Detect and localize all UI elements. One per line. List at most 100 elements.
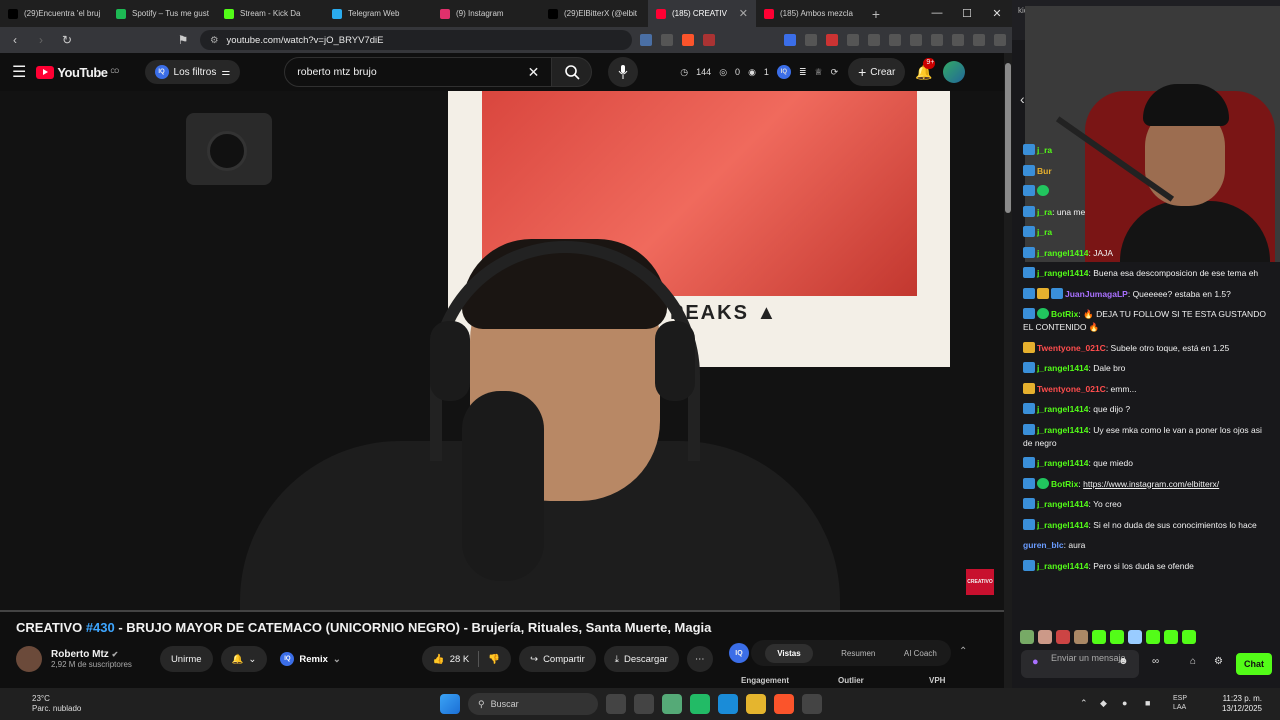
site-settings-icon[interactable]: ⚙ — [210, 35, 219, 46]
collapse-icon[interactable]: ⌃ — [959, 646, 967, 657]
search-input[interactable]: roberto mtz brujo ✕ — [284, 57, 553, 87]
tray-icon[interactable]: ◆ — [1100, 698, 1107, 709]
browser-tab[interactable]: (185) CREATIV ✕ — [648, 0, 756, 27]
chat-username[interactable]: j_rangel1414 — [1037, 363, 1089, 373]
app-icon[interactable] — [802, 694, 822, 714]
browser-tab[interactable]: (9) Instagram — [432, 0, 540, 27]
chat-username[interactable]: guren_blc — [1023, 540, 1064, 550]
task-view-icon[interactable] — [606, 694, 626, 714]
browser-tab[interactable]: (185) Ambos mezcla — [756, 0, 864, 27]
microphone-icon[interactable]: ● — [1032, 656, 1039, 668]
wallet-icon[interactable] — [931, 34, 943, 46]
create-button[interactable]: + Crear — [848, 58, 906, 86]
music-icon[interactable] — [889, 34, 901, 46]
emote[interactable] — [1020, 630, 1034, 644]
page-scrollbar[interactable] — [1004, 53, 1012, 688]
forward-icon[interactable]: › — [32, 33, 50, 47]
extension-icon[interactable] — [826, 34, 838, 46]
trophy-icon[interactable]: ♕ — [814, 67, 822, 78]
tab-ai-coach[interactable]: AI Coach — [904, 649, 937, 658]
episode-hashtag[interactable]: #430 — [86, 620, 115, 635]
tab-resumen[interactable]: Resumen — [841, 649, 875, 658]
chat-username[interactable]: BotRix — [1051, 309, 1078, 319]
share-button[interactable]: ↪ Compartir — [519, 646, 596, 672]
chat-username[interactable]: Bur — [1037, 166, 1052, 176]
chat-username[interactable]: JuanJumagaLP — [1065, 289, 1128, 299]
subscribed-button[interactable]: 🔔 ⌄ — [220, 646, 268, 672]
system-clock[interactable]: 11:23 p. m. 13/12/2025 — [1222, 694, 1262, 714]
reload-icon[interactable]: ↻ — [58, 33, 76, 47]
chat-username[interactable]: j_rangel1414 — [1037, 248, 1089, 258]
users-icon[interactable]: ∞ — [1152, 656, 1159, 667]
settings-icon[interactable]: ⚙ — [1214, 656, 1223, 667]
search-button[interactable] — [552, 57, 593, 87]
user-avatar[interactable] — [942, 61, 965, 83]
windows-start-icon[interactable] — [440, 694, 460, 714]
store-icon[interactable] — [690, 694, 710, 714]
extension-icon[interactable] — [784, 34, 796, 46]
chat-username[interactable]: j_ra — [1037, 145, 1052, 155]
chat-username[interactable]: Twentyone_021C — [1037, 343, 1106, 353]
chat-username[interactable]: j_rangel1414 — [1037, 458, 1089, 468]
sync-icon[interactable]: ⟳ — [831, 67, 839, 78]
close-window-icon[interactable]: ✕ — [982, 7, 1012, 20]
chat-username[interactable]: BotRix — [1051, 479, 1078, 489]
back-icon[interactable]: ‹ — [6, 33, 24, 47]
scrollbar-thumb[interactable] — [1005, 63, 1011, 213]
translate-icon[interactable] — [640, 34, 652, 46]
maximize-icon[interactable]: ☐ — [952, 7, 982, 20]
vidiq-icon[interactable]: IQ — [776, 65, 791, 79]
browser-tab[interactable]: (29)ElBitterX (@elbit — [540, 0, 648, 27]
youtube-logo[interactable]: YouTube CO — [36, 65, 119, 80]
join-button[interactable]: Unirme — [159, 646, 213, 672]
emote[interactable] — [1056, 630, 1070, 644]
emote[interactable] — [1128, 630, 1142, 644]
channel-avatar[interactable] — [16, 646, 42, 672]
clear-search-icon[interactable]: ✕ — [528, 64, 540, 81]
rewards-icon[interactable] — [703, 34, 715, 46]
emote[interactable] — [1038, 630, 1052, 644]
sidebar-icon[interactable] — [910, 34, 922, 46]
tray-icon[interactable]: ■ — [1145, 698, 1150, 708]
tray-chevron-icon[interactable]: ⌃ — [1080, 698, 1088, 709]
menu-icon[interactable] — [994, 34, 1006, 46]
browser-tab[interactable]: Spotify – Tus me gust — [108, 0, 216, 27]
close-tab-icon[interactable]: ✕ — [739, 7, 748, 20]
tab-vistas[interactable]: Vistas — [765, 643, 813, 663]
new-tab-button[interactable]: + — [864, 6, 888, 22]
voice-search-button[interactable] — [608, 57, 639, 87]
extension-icon[interactable] — [805, 34, 817, 46]
puzzle-icon[interactable] — [847, 34, 859, 46]
chat-username[interactable]: j_rangel1414 — [1037, 404, 1089, 414]
back-icon[interactable]: ‹ — [1020, 91, 1025, 107]
browser-tab[interactable]: Telegram Web — [324, 0, 432, 27]
video-progress-bar[interactable] — [0, 610, 1004, 612]
thumbs-down-icon[interactable]: 👎 — [488, 654, 500, 665]
emote[interactable] — [1074, 630, 1088, 644]
emote[interactable] — [1110, 630, 1124, 644]
emoji-icon[interactable]: ☻ — [1118, 656, 1129, 667]
chat-send-button[interactable]: Chat — [1236, 653, 1272, 675]
chat-username[interactable]: j_rangel1414 — [1037, 268, 1089, 278]
brave-icon[interactable] — [774, 694, 794, 714]
channel-name[interactable]: Roberto Mtz ✔ — [51, 649, 132, 660]
copilot-icon[interactable] — [662, 694, 682, 714]
chat-link[interactable]: https://www.instagram.com/elbitterx/ — [1083, 479, 1219, 489]
remix-button[interactable]: IQ Remix ⌄ — [269, 646, 351, 672]
browser-tab[interactable]: (29)Encuentra 'el bruj — [0, 0, 108, 27]
explorer-icon[interactable] — [746, 694, 766, 714]
chat-username[interactable]: j_rangel1414 — [1037, 425, 1089, 435]
notifications-button[interactable]: 🔔 9+ — [915, 57, 936, 81]
url-field[interactable]: ⚙ youtube.com/watch?v=jO_BRYV7diE — [200, 30, 632, 50]
weather-widget[interactable]: 23°C Parc. nublado — [32, 694, 81, 714]
brave-shield-icon[interactable] — [682, 34, 694, 46]
video-player[interactable]: PEAKS ▲ CREATIVO — [0, 91, 1004, 612]
filters-chip[interactable]: IQ Los filtros ⚌ — [144, 60, 241, 84]
chat-username[interactable]: Twentyone_021C — [1037, 384, 1106, 394]
vidiq-logo[interactable]: IQ — [729, 643, 749, 663]
list-icon[interactable]: ≣ — [799, 67, 807, 78]
minimize-icon[interactable]: — — [922, 7, 952, 20]
share-icon[interactable] — [661, 34, 673, 46]
emote[interactable] — [1182, 630, 1196, 644]
download-button[interactable]: ⤓ Descargar — [603, 646, 679, 672]
